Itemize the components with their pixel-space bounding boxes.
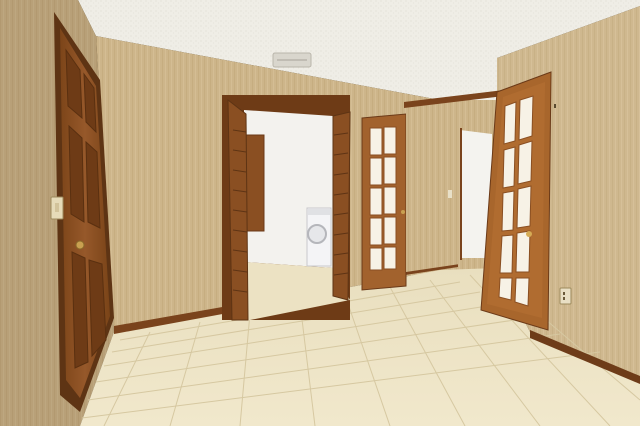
- washing-machine: [306, 207, 332, 267]
- french-door-knob[interactable]: [526, 231, 532, 237]
- door-knob[interactable]: [75, 240, 85, 250]
- louvered-door-right[interactable]: [332, 111, 351, 301]
- wall-nail: [554, 104, 556, 108]
- room-photo: [0, 0, 640, 426]
- louvered-door-left[interactable]: [227, 98, 249, 321]
- french-door-middle[interactable]: [361, 113, 407, 291]
- wall-outlet: [559, 287, 572, 305]
